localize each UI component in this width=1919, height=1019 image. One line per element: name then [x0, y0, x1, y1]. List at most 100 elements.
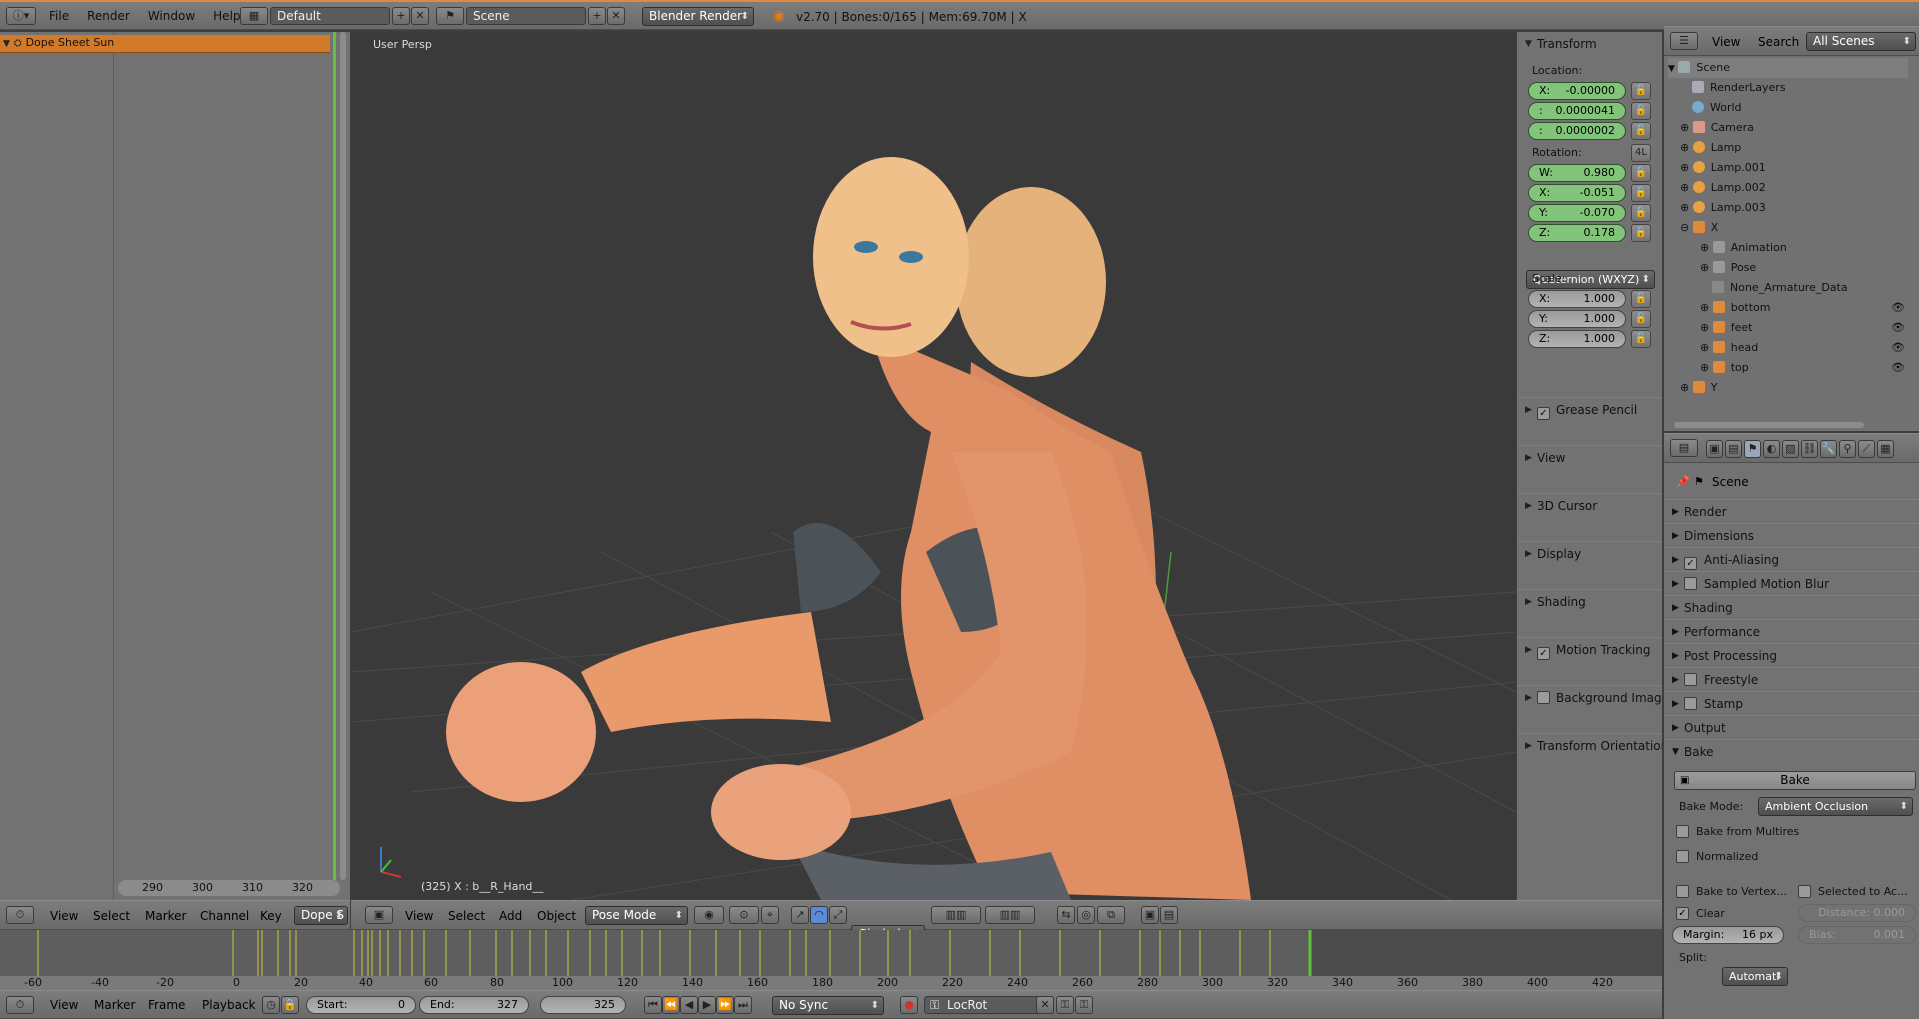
renderlayers-tab-icon[interactable]: ▤ — [1725, 440, 1742, 458]
interaction-mode-select[interactable]: Pose Mode — [585, 906, 688, 925]
layers-right-icon[interactable]: ▥▥ — [985, 906, 1035, 924]
split-select[interactable]: Automati — [1722, 967, 1788, 986]
lock-rotation-y-icon[interactable]: 🔓 — [1631, 204, 1651, 222]
remove-layout-icon[interactable]: ✕ — [411, 7, 429, 25]
outliner-row-lamp-003[interactable]: ⊕ Lamp.003 — [1680, 198, 1915, 218]
object-tab-icon[interactable]: ▧ — [1782, 440, 1799, 458]
panel-background-image[interactable]: ▶ Background Imag — [1517, 685, 1662, 709]
pivot-point-icon[interactable]: ⊙ — [729, 906, 759, 924]
screen-layout-icon[interactable]: ▦ — [240, 7, 268, 25]
prop-panel-post-processing[interactable]: ▶ Post Processing — [1666, 643, 1919, 667]
keying-set-field[interactable]: ⚿ LocRot — [924, 996, 1054, 1014]
outliner-row-pose[interactable]: ⊕ Pose — [1700, 258, 1756, 278]
timeline-menu-playback[interactable]: Playback — [202, 998, 256, 1012]
prop-panel-motion-blur[interactable]: ▶ Sampled Motion Blur — [1666, 571, 1919, 595]
outliner-row-x[interactable]: ⊖ X — [1680, 218, 1915, 238]
info-editor-icon[interactable]: ⓘ▾ — [6, 7, 36, 25]
outliner-row-feet[interactable]: ⊕ feet 👁 — [1700, 318, 1915, 338]
viewport-menu-view[interactable]: View — [405, 909, 433, 923]
panel-display[interactable]: ▶ Display — [1517, 541, 1662, 565]
lock-scale-x-icon[interactable]: 🔓 — [1631, 290, 1651, 308]
selected-to-active-checkbox[interactable] — [1798, 885, 1811, 898]
add-scene-icon[interactable]: + — [588, 7, 606, 25]
pin-icon[interactable]: 📌 — [1676, 475, 1690, 488]
lock-location-z-icon[interactable]: 🔓 — [1631, 122, 1651, 140]
checkbox-icon[interactable] — [1684, 697, 1697, 710]
rotation-w-field[interactable]: W: 0.980 — [1528, 164, 1626, 182]
sync-mode-select[interactable]: No Sync — [772, 996, 884, 1015]
render-opengl-icon[interactable]: ▣ — [1141, 906, 1159, 924]
outliner-row-scene[interactable]: ▼ Scene — [1668, 58, 1908, 78]
normalized-checkbox[interactable] — [1676, 850, 1689, 863]
preview-range-icon[interactable]: ◷ — [262, 996, 280, 1014]
prop-panel-shading[interactable]: ▶ Shading — [1666, 595, 1919, 619]
lock-location-y-icon[interactable]: 🔓 — [1631, 102, 1651, 120]
outliner-row-camera[interactable]: ⊕ Camera — [1680, 118, 1915, 138]
panel-transform-orientation[interactable]: ▶ Transform Orientation — [1517, 733, 1662, 757]
prop-panel-dimensions[interactable]: ▶ Dimensions — [1666, 523, 1919, 547]
jump-end-icon[interactable]: ⏭ — [734, 996, 752, 1014]
checkbox-icon[interactable]: ✓ — [1684, 557, 1697, 570]
timeline-editor-icon[interactable]: ⏱ — [6, 996, 34, 1014]
dopesheet-menu-select[interactable]: Select — [93, 909, 130, 923]
prop-panel-stamp[interactable]: ▶ Stamp — [1666, 691, 1919, 715]
render-animation-icon[interactable]: ▤ — [1160, 906, 1178, 924]
location-y-field[interactable]: :0.0000041 — [1528, 102, 1626, 120]
end-frame-field[interactable]: End: 327 — [419, 996, 529, 1014]
outliner-row-world[interactable]: World — [1692, 98, 1742, 118]
timeline-menu-view[interactable]: View — [50, 998, 78, 1012]
layers-left-icon[interactable]: ▥▥ — [931, 906, 981, 924]
dopesheet-menu-channel[interactable]: Channel — [200, 909, 249, 923]
proportional-edit-icon[interactable]: ◎ — [1077, 906, 1095, 924]
rotation-z-field[interactable]: Z: 0.178 — [1528, 224, 1626, 242]
checkbox-icon[interactable] — [1684, 577, 1697, 590]
current-frame-field[interactable]: 325 — [540, 996, 626, 1014]
render-tab-icon[interactable]: ▣ — [1706, 440, 1723, 458]
rotation-y-field[interactable]: Y: -0.070 — [1528, 204, 1626, 222]
prop-panel-render[interactable]: ▶ Render — [1666, 499, 1919, 523]
dopesheet-menu-marker[interactable]: Marker — [145, 909, 186, 923]
prop-panel-anti-aliasing[interactable]: ▶ ✓ Anti-Aliasing — [1666, 547, 1919, 571]
modifiers-tab-icon[interactable]: 🔧 — [1820, 440, 1837, 458]
viewport-menu-select[interactable]: Select — [448, 909, 485, 923]
menu-render[interactable]: Render — [78, 9, 139, 23]
scene-tab-icon[interactable]: ⚑ — [1744, 440, 1761, 458]
panel-view[interactable]: ▶ View — [1517, 445, 1662, 469]
checkbox-icon[interactable]: ✓ — [1537, 407, 1550, 420]
world-tab-icon[interactable]: ◐ — [1763, 440, 1780, 458]
lock-rotation-x-icon[interactable]: 🔓 — [1631, 184, 1651, 202]
visibility-eye-icon[interactable]: 👁 — [1891, 338, 1905, 358]
dopesheet-editor-icon[interactable]: ⏱ — [6, 906, 34, 924]
start-frame-field[interactable]: Start: 0 — [306, 996, 416, 1014]
visibility-eye-icon[interactable]: 👁 — [1891, 358, 1905, 378]
location-z-field[interactable]: :0.0000002 — [1528, 122, 1626, 140]
panel-grease-pencil[interactable]: ▶ ✓ Grease Pencil — [1517, 397, 1662, 421]
dopesheet-menu-key[interactable]: Key — [260, 909, 282, 923]
bake-to-vertex-checkbox[interactable] — [1676, 885, 1689, 898]
lock-camera-icon[interactable]: ⇆ — [1057, 906, 1075, 924]
insert-keyframe-icon[interactable]: ⚿ — [1056, 996, 1074, 1014]
rotation-4l-toggle[interactable]: 4L — [1631, 144, 1651, 162]
lock-rotation-w-icon[interactable]: 🔓 — [1631, 164, 1651, 182]
dopesheet-scrollbar[interactable] — [340, 32, 346, 880]
viewport-menu-add[interactable]: Add — [499, 909, 522, 923]
scene-field[interactable]: Scene — [466, 7, 586, 25]
prop-panel-output[interactable]: ▶ Output — [1666, 715, 1919, 739]
outliner-row-top[interactable]: ⊕ top 👁 — [1700, 358, 1915, 378]
outliner-row-animation[interactable]: ⊕ Animation — [1700, 238, 1787, 258]
data-tab-icon[interactable]: ⚲ — [1839, 440, 1856, 458]
constraints-tab-icon[interactable]: ⛓ — [1801, 440, 1818, 458]
clear-keying-set-icon[interactable]: ✕ — [1036, 996, 1054, 1014]
viewport-3d[interactable]: User Persp (325) X : b__R_Hand__ — [351, 32, 1516, 900]
add-layout-icon[interactable]: + — [392, 7, 410, 25]
outliner-row-renderlayers[interactable]: RenderLayers — [1692, 78, 1786, 98]
margin-field[interactable]: Margin: 16 px — [1672, 926, 1784, 944]
dopesheet-mode-select[interactable]: Dope S — [294, 906, 348, 925]
snap-icon[interactable]: ⧉ — [1097, 906, 1125, 924]
shading-mode-icon[interactable]: ◉ — [694, 906, 724, 924]
timeline-menu-marker[interactable]: Marker — [94, 998, 135, 1012]
menu-file[interactable]: File — [40, 9, 78, 23]
auto-keying-icon[interactable]: ● — [900, 996, 918, 1014]
viewport-menu-object[interactable]: Object — [537, 909, 576, 923]
bake-from-multires-checkbox[interactable] — [1676, 825, 1689, 838]
